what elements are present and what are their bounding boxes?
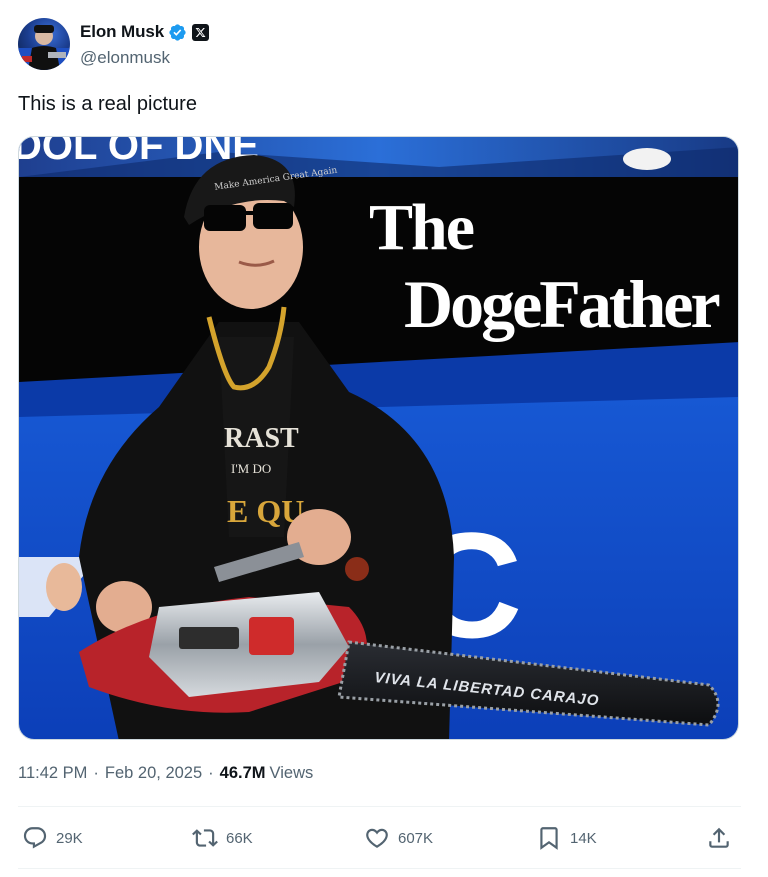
post-meta: 11:42 PM · Feb 20, 2025 · 46.7M Views — [18, 764, 313, 783]
author-names: Elon Musk @elonmusk — [80, 20, 210, 68]
like-count: 607K — [398, 829, 434, 847]
repost-count: 66K — [226, 829, 253, 847]
reply-icon — [23, 827, 47, 849]
banner-line-2: DogeFather — [404, 266, 719, 342]
meta-separator: · — [93, 764, 99, 782]
shirt-line-2: I'M DO — [231, 461, 271, 476]
share-icon — [709, 827, 729, 848]
bookmark-icon — [540, 827, 558, 850]
banner-line-1: The — [369, 191, 474, 264]
shirt-line-1: RAST — [224, 423, 299, 454]
tweet-text: This is a real picture — [18, 93, 197, 115]
post-header: Elon Musk @elonmusk — [18, 18, 210, 70]
avatar[interactable] — [18, 18, 70, 70]
share-button[interactable] — [706, 818, 732, 858]
verified-badge-icon[interactable] — [168, 23, 187, 42]
reply-count: 29K — [56, 829, 83, 847]
bookmark-button[interactable]: 14K — [536, 818, 597, 858]
like-button[interactable]: 607K — [364, 818, 433, 858]
post-image[interactable]: DOL OF DNE The DogeFather C RAST I'M DO … — [18, 136, 739, 740]
divider — [18, 806, 741, 807]
meta-separator: · — [208, 764, 214, 782]
action-bar: 29K 66K 607K 14K — [18, 818, 741, 858]
repost-icon — [192, 829, 218, 847]
post-time[interactable]: 11:42 PM — [18, 764, 87, 783]
repost-button[interactable]: 66K — [192, 818, 253, 858]
views-count[interactable]: 46.7M — [220, 764, 266, 783]
bookmark-count: 14K — [570, 829, 597, 847]
views-label: Views — [269, 764, 314, 782]
x-logo-icon[interactable] — [192, 23, 210, 41]
heart-icon — [366, 828, 388, 848]
divider — [18, 868, 741, 869]
display-name[interactable]: Elon Musk — [80, 22, 164, 42]
author-handle[interactable]: @elonmusk — [80, 48, 209, 68]
reply-button[interactable]: 29K — [22, 818, 83, 858]
post-date[interactable]: Feb 20, 2025 — [105, 764, 202, 783]
